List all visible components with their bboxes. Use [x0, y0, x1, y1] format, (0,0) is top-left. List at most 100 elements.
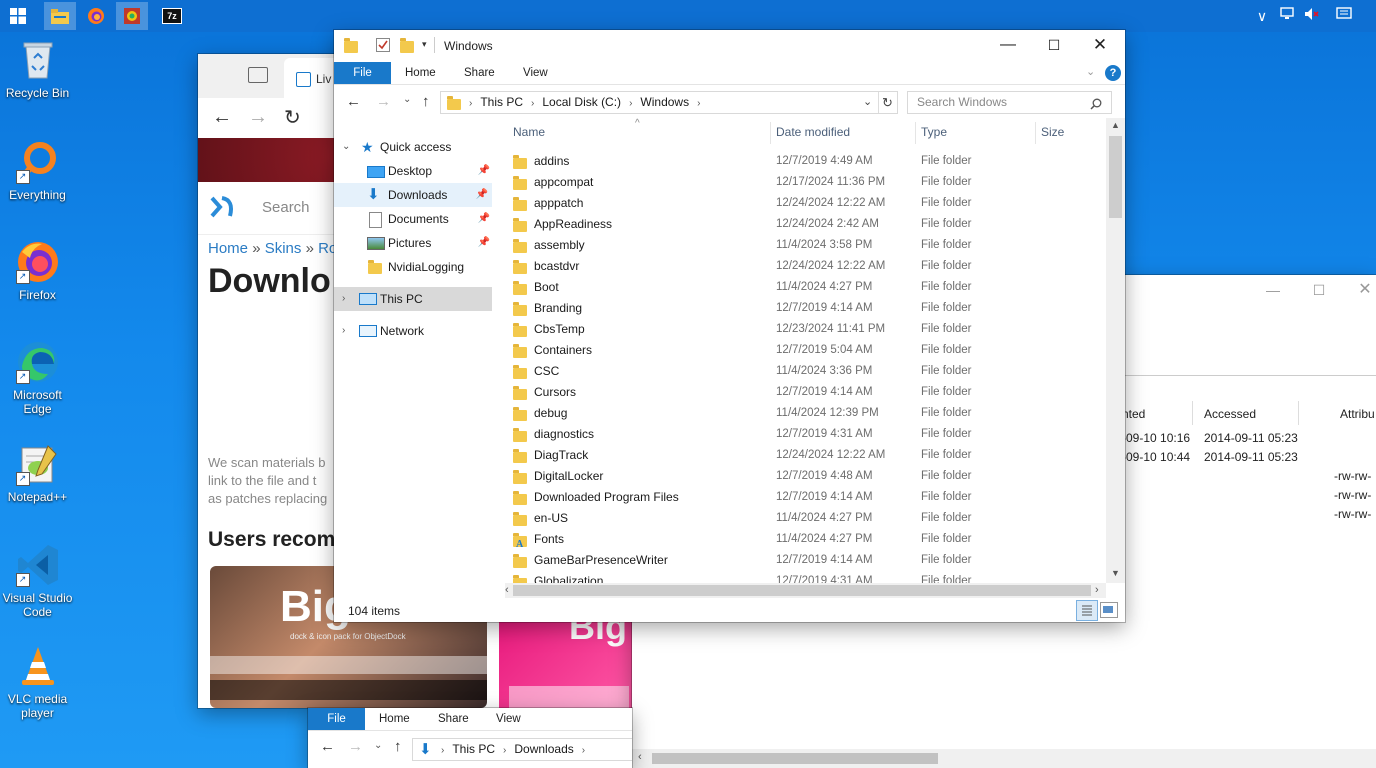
file-row[interactable]: bcastdvr 12/24/2024 12:22 AM File folder [505, 256, 1095, 277]
breadcrumb-skins[interactable]: Skins [265, 240, 302, 257]
col-date-modified[interactable]: Date modified [776, 118, 850, 146]
desktop-icon-notepadpp[interactable]: ↗ Notepad++ [0, 442, 75, 504]
back-arrow-icon[interactable]: ← [346, 93, 361, 110]
refresh-icon[interactable]: ↻ [284, 105, 301, 130]
scroll-right-icon[interactable]: › [1095, 584, 1099, 596]
table-row[interactable]: -09-10 10:16 2014-09-11 05:23 [1122, 429, 1298, 448]
file-row[interactable]: appcompat 12/17/2024 11:36 PM File folder [505, 172, 1095, 193]
file-row[interactable]: DigitalLocker 12/7/2019 4:48 AM File folde… [505, 466, 1095, 487]
address-dropdown-icon[interactable]: ⌄ [863, 92, 872, 113]
scrollbar-thumb[interactable] [652, 753, 938, 764]
up-arrow-icon[interactable]: ↑ [394, 738, 402, 755]
scrollbar-thumb[interactable] [1109, 136, 1122, 218]
horizontal-scrollbar[interactable]: ‹ [632, 749, 1376, 768]
pin-icon[interactable]: 📌 [478, 159, 490, 183]
minimize-icon[interactable]: — [985, 30, 1031, 60]
file-row[interactable]: Boot 11/4/2024 4:27 PM File folder [505, 277, 1095, 298]
network-icon[interactable] [1278, 6, 1298, 26]
file-row[interactable]: CbsTemp 12/23/2024 11:41 PM File folder [505, 319, 1095, 340]
up-arrow-icon[interactable]: ↑ [422, 93, 430, 110]
properties-icon[interactable] [376, 38, 390, 52]
ribbon-view-tab[interactable]: View [496, 708, 521, 730]
file-row[interactable]: Cursors 12/7/2019 4:14 AM File folder [505, 382, 1095, 403]
vertical-scrollbar[interactable]: ▲ ▼ [1106, 118, 1125, 583]
site-logo-icon[interactable] [210, 196, 236, 221]
desktop-icon-recycle-bin[interactable]: Recycle Bin [0, 38, 75, 100]
minimize-icon[interactable]: — [1250, 275, 1296, 305]
tab-overview-icon[interactable] [248, 67, 268, 83]
back-arrow-icon[interactable]: ← [212, 106, 232, 129]
horizontal-scrollbar[interactable]: ‹ › [505, 583, 1106, 598]
file-row[interactable]: GameBarPresenceWriter 12/7/2019 4:14 AM Fi… [505, 550, 1095, 571]
details-view-icon[interactable] [1076, 600, 1098, 621]
scroll-left-icon[interactable]: ‹ [638, 751, 642, 763]
file-row[interactable]: en-US 11/4/2024 4:27 PM File folder [505, 508, 1095, 529]
expand-ribbon-icon[interactable]: ⌄ [1086, 65, 1095, 78]
title-bar[interactable]: ▾ Windows — ☐ ✕ [334, 30, 1125, 62]
desktop-icon-everything[interactable]: ↗ Everything [0, 140, 75, 202]
forward-arrow-icon[interactable]: → [348, 738, 363, 755]
pin-icon[interactable]: 📌 [478, 231, 490, 255]
pin-icon[interactable]: 📌 [478, 207, 490, 231]
help-icon[interactable]: ? [1105, 65, 1121, 81]
col-created[interactable]: nted [1122, 407, 1145, 421]
file-row[interactable]: Globalization 12/7/2019 4:31 AM File folde… [505, 571, 1095, 583]
file-row[interactable]: apppatch 12/24/2024 12:22 AM File folder [505, 193, 1095, 214]
file-row[interactable]: CSC 11/4/2024 3:36 PM File folder [505, 361, 1095, 382]
ribbon-home-tab[interactable]: Home [379, 708, 410, 730]
nav-quick-access[interactable]: ⌄ ★ Quick access [334, 135, 494, 159]
downloads-explorer-window[interactable]: File Home Share View ← → ⌄ ↑ ⬇ › This PC ›… [308, 708, 632, 768]
expand-chevron-icon[interactable]: › [342, 287, 345, 311]
ribbon-share-tab[interactable]: Share [464, 62, 495, 84]
large-icons-view-icon[interactable] [1100, 602, 1118, 618]
ribbon-home-tab[interactable]: Home [405, 62, 436, 84]
search-box[interactable]: Search Windows [907, 91, 1112, 114]
scrollbar-thumb[interactable] [513, 585, 1091, 596]
file-row[interactable]: addins 12/7/2019 4:49 AM File folder [505, 151, 1095, 172]
crumb-this-pc[interactable]: This PC [480, 92, 523, 113]
nav-pictures[interactable]: Pictures 📌 [334, 231, 494, 255]
crumb-downloads[interactable]: Downloads [514, 739, 573, 760]
scroll-up-icon[interactable]: ▲ [1111, 120, 1120, 130]
ribbon-share-tab[interactable]: Share [438, 708, 469, 730]
nav-downloads[interactable]: ⬇ Downloads 📌 [334, 183, 492, 207]
nav-documents[interactable]: Documents 📌 [334, 207, 494, 231]
notifications-icon[interactable] [1334, 6, 1354, 26]
search-icon[interactable] [1090, 96, 1102, 117]
file-explorer-icon[interactable] [44, 2, 76, 30]
file-row[interactable]: A Fonts 11/4/2024 4:27 PM File folder [505, 529, 1095, 550]
crumb-local-disk[interactable]: Local Disk (C:) [542, 92, 621, 113]
windows-explorer-window[interactable]: ▾ Windows — ☐ ✕ File Home Share View ⌄ ?… [334, 30, 1125, 622]
col-divider[interactable] [915, 122, 916, 144]
col-size[interactable]: Size [1041, 118, 1064, 146]
col-name[interactable]: Name [513, 118, 545, 146]
nav-desktop[interactable]: Desktop 📌 [334, 159, 494, 183]
file-row[interactable]: diagnostics 12/7/2019 4:31 AM File folder [505, 424, 1095, 445]
forward-arrow-icon[interactable]: → [376, 93, 391, 110]
file-row[interactable]: assembly 11/4/2024 3:58 PM File folder [505, 235, 1095, 256]
crumb-this-pc[interactable]: This PC [452, 739, 495, 760]
recent-locations-icon[interactable]: ⌄ [403, 94, 411, 105]
col-attributes[interactable]: Attribu [1340, 407, 1375, 421]
site-search-input[interactable]: Search [262, 199, 310, 216]
ribbon-file-tab[interactable]: File [334, 62, 391, 84]
chevron-up-icon[interactable]: ∨ [1252, 6, 1272, 26]
desktop-icon-firefox[interactable]: ↗ Firefox [0, 240, 75, 302]
crumb-windows[interactable]: Windows [640, 92, 689, 113]
desktop-icon-vscode[interactable]: ↗ Visual Studio Code [0, 543, 75, 619]
file-row[interactable]: DiagTrack 12/24/2024 12:22 AM File folder [505, 445, 1095, 466]
breadcrumb-home[interactable]: Home [208, 240, 248, 257]
search-input[interactable]: Search Windows [917, 92, 1007, 113]
pin-icon[interactable]: 📌 [476, 183, 488, 207]
file-row[interactable]: Downloaded Program Files 12/7/2019 4:14 A… [505, 487, 1095, 508]
file-row[interactable]: debug 11/4/2024 12:39 PM File folder [505, 403, 1095, 424]
expand-chevron-icon[interactable]: ⌄ [342, 135, 350, 159]
close-icon[interactable]: ✕ [1077, 30, 1123, 60]
col-divider[interactable] [1035, 122, 1036, 144]
file-row[interactable]: Branding 12/7/2019 4:14 AM File folder [505, 298, 1095, 319]
scroll-down-icon[interactable]: ▼ [1111, 568, 1120, 578]
back-arrow-icon[interactable]: ← [320, 738, 335, 755]
ribbon-file-tab[interactable]: File [308, 708, 365, 730]
ribbon-view-tab[interactable]: View [523, 62, 548, 84]
desktop-icon-vlc[interactable]: VLC media player [0, 644, 75, 720]
